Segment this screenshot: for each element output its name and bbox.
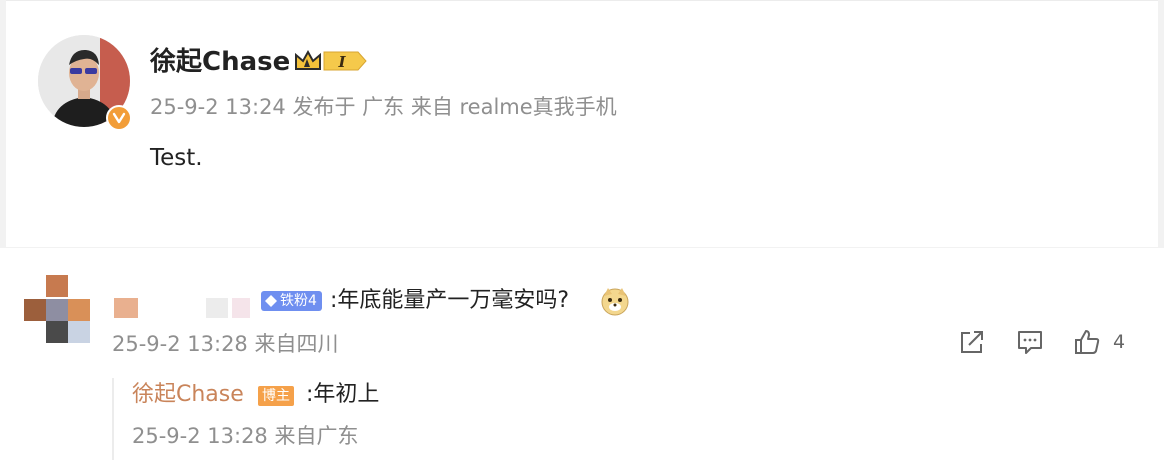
comment-icon [1018,331,1042,354]
share-icon [961,331,983,353]
verified-badge-icon [106,105,132,131]
post-card: 徐起Chase I 25-9-2 13:24 发布于 广东 来自 realme真… [6,0,1158,247]
doge-emoji-icon [600,286,630,320]
host-badge: 博主 [258,386,294,406]
post-meta: 25-9-2 13:24 发布于 广东 来自 realme真我手机 [150,95,617,119]
crown-badge-icon[interactable]: I [294,47,370,79]
share-button[interactable] [958,328,986,356]
comment-area: 铁粉4 :年底能量产一万毫安吗? 25-9-2 13:28 来自四川 4 徐起C… [0,248,1164,460]
fan-badge[interactable]: 铁粉4 [261,291,322,311]
comment-meta: 25-9-2 13:28 来自四川 [112,332,339,356]
author-name[interactable]: 徐起Chase [150,45,290,79]
svg-text:I: I [337,53,346,71]
reply-block: 徐起Chase 博主 :年初上 25-9-2 13:28 来自广东 [112,378,814,460]
thumbs-up-icon [1075,330,1100,354]
post-text: Test. [150,145,203,171]
diamond-icon [265,295,277,307]
reply-meta: 25-9-2 13:28 来自广东 [132,424,359,448]
like-button[interactable]: 4 [1073,328,1125,356]
reply-author[interactable]: 徐起Chase [132,380,244,410]
reply-button[interactable] [1016,328,1044,356]
commenter-avatar[interactable] [22,275,92,345]
fan-badge-label: 铁粉4 [280,293,317,309]
comment-text: :年底能量产一万毫安吗? [330,288,570,313]
blurred-commenter-name [112,296,252,320]
reply-text: :年初上 [306,382,380,407]
like-count: 4 [1113,331,1126,353]
